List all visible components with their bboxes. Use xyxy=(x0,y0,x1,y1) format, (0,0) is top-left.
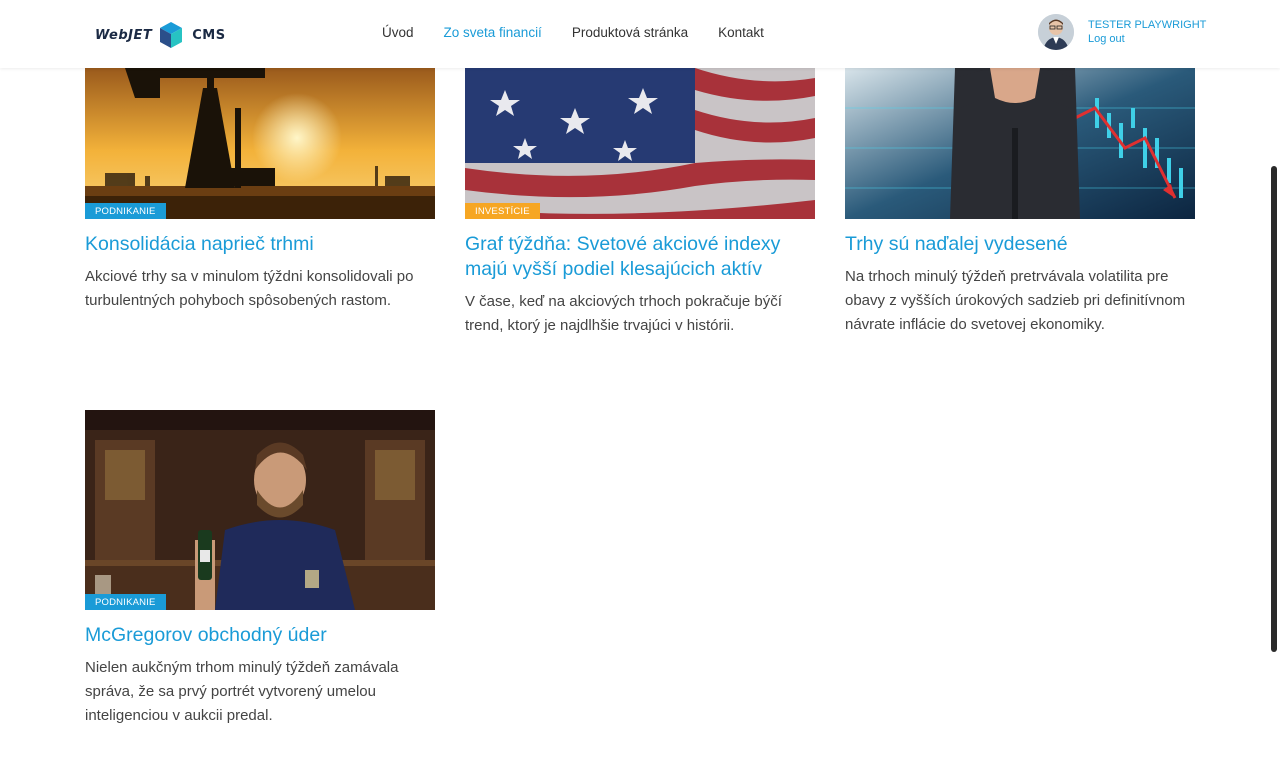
site-header: WebJET CMS Úvod Zo sveta financií Produk… xyxy=(0,0,1280,68)
page-scrollbar[interactable] xyxy=(1271,166,1277,652)
user-area: TESTER PLAYWRIGHT Log out xyxy=(1038,14,1206,50)
user-info: TESTER PLAYWRIGHT Log out xyxy=(1088,18,1206,46)
logo-text-cms: CMS xyxy=(192,27,226,43)
user-name[interactable]: TESTER PLAYWRIGHT xyxy=(1088,18,1206,32)
article-card: PODNIKANIE Konsolidácia naprieč trhmi Ak… xyxy=(85,68,435,313)
article-title[interactable]: Graf týždňa: Svetové akciové indexy majú… xyxy=(465,232,815,282)
article-image[interactable]: PODNIKANIE xyxy=(85,68,435,219)
oil-pump-image xyxy=(85,68,435,219)
article-perex: V čase, keď na akciových trhoch pokračuj… xyxy=(465,293,782,334)
category-badge[interactable]: PODNIKANIE xyxy=(85,203,166,219)
article-title[interactable]: Konsolidácia naprieč trhmi xyxy=(85,232,435,257)
article-card: Trhy sú naďalej vydesené Na trhoch minul… xyxy=(845,68,1195,337)
article-title[interactable]: McGregorov obchodný úder xyxy=(85,623,435,648)
nav-item-kontakt[interactable]: Kontakt xyxy=(718,25,764,40)
market-crash-image xyxy=(845,68,1195,219)
nav-item-zo-sveta-financii[interactable]: Zo sveta financií xyxy=(444,25,542,40)
article-perex: Nielen aukčným trhom minulý týždeň zamáv… xyxy=(85,659,399,724)
avatar[interactable] xyxy=(1038,14,1074,50)
us-flag-image xyxy=(465,68,815,219)
article-card: INVESTÍCIE Graf týždňa: Svetové akciové … xyxy=(465,68,815,338)
article-image[interactable] xyxy=(845,68,1195,219)
article-perex: Akciové trhy sa v minulom týždni konsoli… xyxy=(85,268,414,309)
logout-link[interactable]: Log out xyxy=(1088,32,1206,46)
category-badge[interactable]: INVESTÍCIE xyxy=(465,203,540,219)
logo[interactable]: WebJET CMS xyxy=(95,20,226,50)
article-image[interactable]: PODNIKANIE xyxy=(85,410,435,610)
man-with-whiskey-image xyxy=(85,410,435,610)
article-card: PODNIKANIE McGregorov obchodný úder Niel… xyxy=(85,410,435,728)
nav-item-uvod[interactable]: Úvod xyxy=(382,25,414,40)
article-image[interactable]: INVESTÍCIE xyxy=(465,68,815,219)
logo-text-webjet: WebJET xyxy=(95,27,153,43)
nav-item-produktova-stranka[interactable]: Produktová stránka xyxy=(572,25,688,40)
logo-cube-icon xyxy=(160,22,183,48)
article-perex: Na trhoch minulý týždeň pretrvávala vola… xyxy=(845,268,1186,333)
category-badge[interactable]: PODNIKANIE xyxy=(85,594,166,610)
article-title[interactable]: Trhy sú naďalej vydesené xyxy=(845,232,1195,257)
user-avatar-icon xyxy=(1038,14,1074,50)
main-nav: Úvod Zo sveta financií Produktová stránk… xyxy=(382,25,794,40)
